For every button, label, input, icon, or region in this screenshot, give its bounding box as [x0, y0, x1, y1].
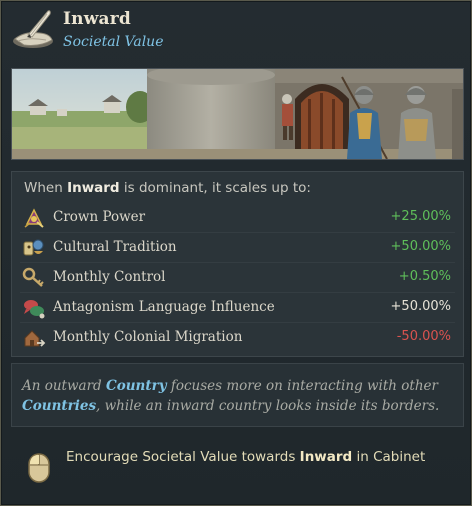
action-value: Inward — [299, 449, 353, 465]
banner-illustration — [11, 68, 464, 160]
effect-value: +50.00% — [390, 299, 451, 314]
description-part: focuses more on interacting with other — [166, 378, 438, 394]
effect-row: Antagonism Language Influence +50.00% — [12, 293, 463, 323]
effect-label: Antagonism Language Influence — [53, 299, 275, 315]
encourage-action-hint[interactable]: Encourage Societal Value towards Inward … — [11, 441, 462, 497]
effect-value: +0.50% — [398, 269, 451, 284]
colonial-migration-icon — [22, 327, 46, 349]
effect-label: Crown Power — [53, 209, 146, 225]
quill-and-scroll-icon — [10, 7, 56, 51]
effect-row: Cultural Tradition +50.00% — [12, 233, 463, 263]
description-text: An outward Country focuses more on inter… — [22, 376, 452, 416]
effect-row: Monthly Control +0.50% — [12, 263, 463, 293]
effect-value: -50.00% — [396, 329, 451, 344]
effect-row: Monthly Colonial Migration -50.00% — [12, 323, 463, 353]
tooltip-panel: Inward Societal Value When Inward is dom… — [0, 0, 472, 506]
cultural-tradition-icon — [22, 237, 46, 259]
effect-label: Cultural Tradition — [53, 239, 177, 255]
tooltip-title: Inward — [63, 9, 132, 29]
description-part: , while an inward country looks inside i… — [96, 398, 440, 414]
effects-intro: When Inward is dominant, it scales up to… — [24, 180, 311, 196]
mouse-left-click-icon — [28, 453, 50, 483]
intro-value: Inward — [67, 180, 120, 196]
description-box: An outward Country focuses more on inter… — [11, 363, 464, 427]
effect-value: +50.00% — [390, 239, 451, 254]
crown-power-icon — [22, 207, 46, 229]
encourage-action-text: Encourage Societal Value towards Inward … — [66, 447, 426, 468]
action-part: Encourage Societal Value towards — [66, 449, 300, 465]
effect-value: +25.00% — [390, 209, 451, 224]
intro-prefix: When — [24, 180, 68, 196]
tooltip-header: Inward Societal Value — [1, 1, 471, 63]
effect-label: Monthly Colonial Migration — [53, 329, 243, 345]
effect-label: Monthly Control — [53, 269, 166, 285]
country-link[interactable]: Country — [106, 378, 167, 394]
effect-row: Crown Power +25.00% — [12, 203, 463, 233]
key-control-icon — [22, 267, 46, 289]
intro-suffix: is dominant, it scales up to: — [119, 180, 311, 196]
tooltip-subtitle: Societal Value — [63, 34, 164, 50]
description-part: An outward — [22, 378, 106, 394]
dominant-effects-box: When Inward is dominant, it scales up to… — [11, 171, 464, 357]
language-influence-icon — [22, 297, 46, 319]
countries-link[interactable]: Countries — [22, 398, 96, 414]
action-part: in Cabinet — [352, 449, 426, 465]
